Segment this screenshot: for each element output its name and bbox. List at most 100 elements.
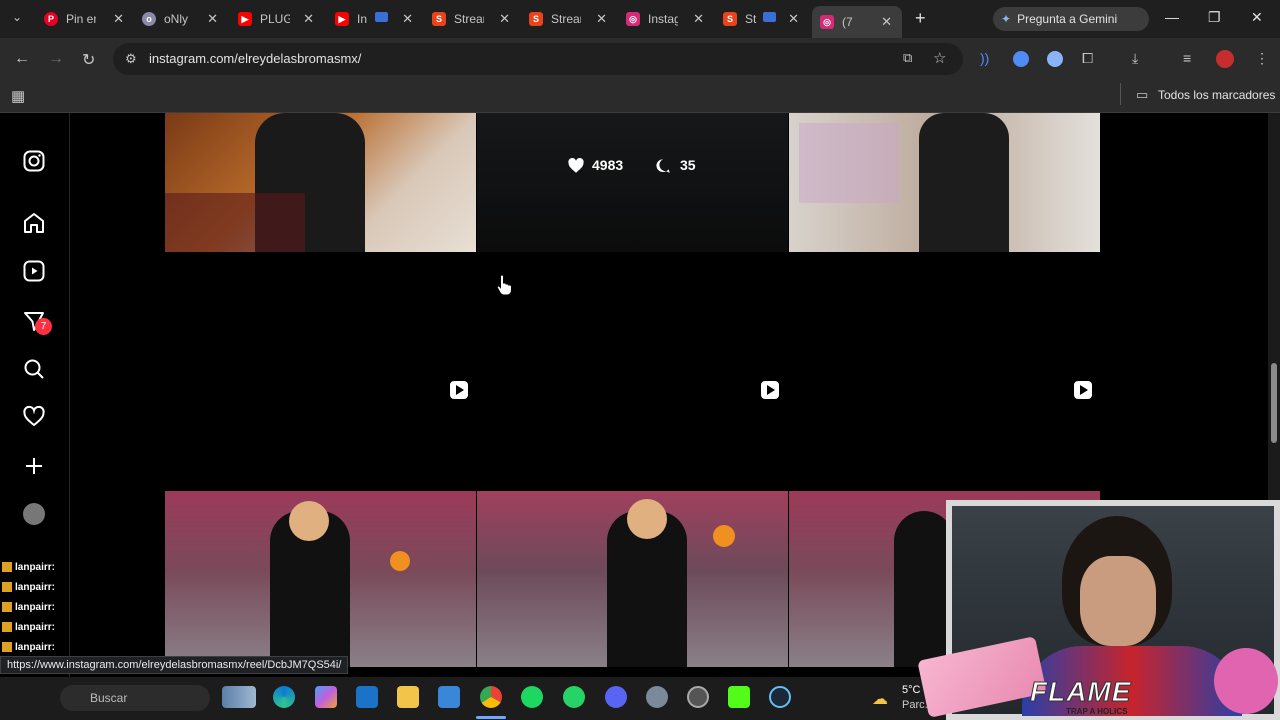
obs-icon[interactable] [687, 686, 709, 708]
window-close-button[interactable]: ✕ [1251, 9, 1263, 26]
whatsapp-icon[interactable] [563, 686, 585, 708]
address-bar[interactable]: ⚙ instagram.com/elreydelasbromasmx/ ⧉ ☆ [113, 43, 963, 75]
weather-icon[interactable]: ☁ [872, 689, 888, 709]
close-icon[interactable]: ✕ [693, 11, 704, 27]
tab-5[interactable]: S Strear ✕ [529, 6, 607, 32]
chrome-icon[interactable] [480, 686, 502, 708]
download-icon[interactable]: ⤓ [1132, 50, 1138, 67]
settings-gear-icon[interactable] [646, 686, 668, 708]
flame-logo-subtitle: TRAP A HOLICS [1066, 707, 1128, 716]
taskbar-search-box[interactable]: Buscar [60, 685, 210, 711]
tab-6[interactable]: ◎ Instag ✕ [626, 6, 704, 32]
restore-button[interactable]: ❐ [1208, 9, 1221, 26]
apps-grid-icon[interactable]: ▦ [11, 87, 25, 105]
grid-post-3[interactable] [789, 113, 1100, 252]
grid-post-4[interactable] [165, 253, 476, 490]
likes-heart-icon [568, 157, 584, 173]
tab-0[interactable]: P Pin en ✕ [44, 6, 124, 32]
bookmark-star-icon[interactable]: ☆ [933, 49, 946, 67]
chat-line: lanpairr: [0, 557, 98, 577]
chat-username: lanpairr: [15, 621, 56, 633]
forward-button[interactable]: → [48, 50, 64, 68]
chat-badge-icon [2, 562, 12, 572]
create-plus-icon[interactable] [22, 454, 46, 478]
tab-8-active[interactable]: ◎ (7 ✕ [812, 6, 902, 38]
screen-share-icon [763, 12, 776, 22]
grid-post-6[interactable] [789, 253, 1100, 490]
close-icon[interactable]: ✕ [596, 11, 607, 27]
pinterest-icon: P [44, 12, 58, 26]
instagram-logo-icon[interactable] [22, 149, 46, 173]
chat-badge-icon [2, 602, 12, 612]
hand-cursor-icon [496, 274, 512, 296]
mascot-graphic [1214, 648, 1278, 714]
home-icon[interactable] [22, 211, 46, 235]
tab-title: Strear [551, 12, 581, 26]
minimize-button[interactable]: — [1165, 9, 1179, 25]
edge-icon[interactable] [273, 686, 295, 708]
tab-1[interactable]: o oNly ✕ [142, 6, 218, 32]
steam-icon[interactable] [769, 686, 791, 708]
gemini-button[interactable]: ✦ Pregunta a Gemini [993, 7, 1149, 31]
close-icon[interactable]: ✕ [881, 14, 892, 30]
chat-line: lanpairr: [0, 597, 98, 617]
reel-play-icon [761, 381, 779, 399]
new-tab-button[interactable]: + [915, 8, 926, 29]
copilot-icon[interactable] [315, 686, 337, 708]
install-app-icon[interactable]: ⧉ [903, 50, 912, 66]
grid-post-7[interactable] [165, 491, 476, 667]
extension-audio-icon[interactable]: )) [980, 50, 989, 66]
tab-2[interactable]: ▶ PLUG ✕ [238, 6, 314, 32]
profile-avatar[interactable] [1216, 50, 1234, 68]
back-button[interactable]: ← [14, 50, 30, 68]
chat-badge-icon [2, 642, 12, 652]
close-icon[interactable]: ✕ [207, 11, 218, 27]
notifications-heart-icon[interactable] [22, 405, 46, 429]
chrome-menu-icon[interactable]: ⋮ [1255, 50, 1269, 67]
reel-play-icon [450, 381, 468, 399]
grid-post-5[interactable] [477, 253, 788, 490]
extensions-puzzle-icon[interactable]: ⧠ [1082, 50, 1093, 67]
search-placeholder[interactable]: Buscar [90, 691, 127, 705]
spotify-icon[interactable] [521, 686, 543, 708]
extension-search-icon[interactable] [1047, 51, 1063, 67]
grid-post-1[interactable] [165, 113, 476, 252]
post-figure [894, 511, 954, 667]
weather-temperature[interactable]: 5°C [902, 684, 920, 696]
profile-avatar[interactable] [23, 503, 45, 525]
all-bookmarks-button[interactable]: Todos los marcadores [1158, 88, 1275, 102]
media-controls-icon[interactable]: ≡ [1183, 50, 1191, 66]
reload-button[interactable]: ↻ [82, 50, 95, 70]
outlook-icon[interactable] [356, 686, 378, 708]
close-icon[interactable]: ✕ [788, 11, 799, 27]
notification-badge: 7 [35, 318, 52, 335]
microsoft-store-icon[interactable] [438, 686, 460, 708]
discord-icon[interactable] [605, 686, 627, 708]
kick-icon[interactable] [728, 686, 750, 708]
tab-7[interactable]: S St ✕ [723, 6, 799, 32]
file-explorer-icon[interactable] [397, 686, 419, 708]
grid-post-8[interactable] [477, 491, 788, 667]
reel-play-icon [1074, 381, 1092, 399]
search-icon[interactable] [22, 357, 46, 381]
grid-post-2-hover[interactable]: 4983 35 [477, 113, 788, 252]
youtube-icon: ▶ [335, 12, 349, 26]
tab-title: Strear [454, 12, 484, 26]
close-icon[interactable]: ✕ [113, 11, 124, 27]
youtube-icon: ▶ [238, 12, 252, 26]
url-text[interactable]: instagram.com/elreydelasbromasmx/ [149, 51, 361, 66]
tab-3[interactable]: ▶ In ✕ [335, 6, 413, 32]
tab-title: Instag [648, 12, 678, 26]
extension-blue-icon[interactable] [1013, 51, 1029, 67]
site-settings-icon[interactable]: ⚙ [125, 51, 137, 67]
post-balloon [713, 525, 735, 547]
scrollbar-thumb[interactable] [1271, 363, 1277, 443]
close-icon[interactable]: ✕ [499, 11, 510, 27]
reels-icon[interactable] [22, 259, 46, 283]
tab-search-chevron-icon[interactable]: ⌄ [12, 10, 22, 24]
close-icon[interactable]: ✕ [402, 11, 413, 27]
close-icon[interactable]: ✕ [303, 11, 314, 27]
search-highlight-icon[interactable] [222, 686, 256, 708]
instagram-icon: ◎ [820, 15, 834, 29]
tab-4[interactable]: S Strear ✕ [432, 6, 510, 32]
